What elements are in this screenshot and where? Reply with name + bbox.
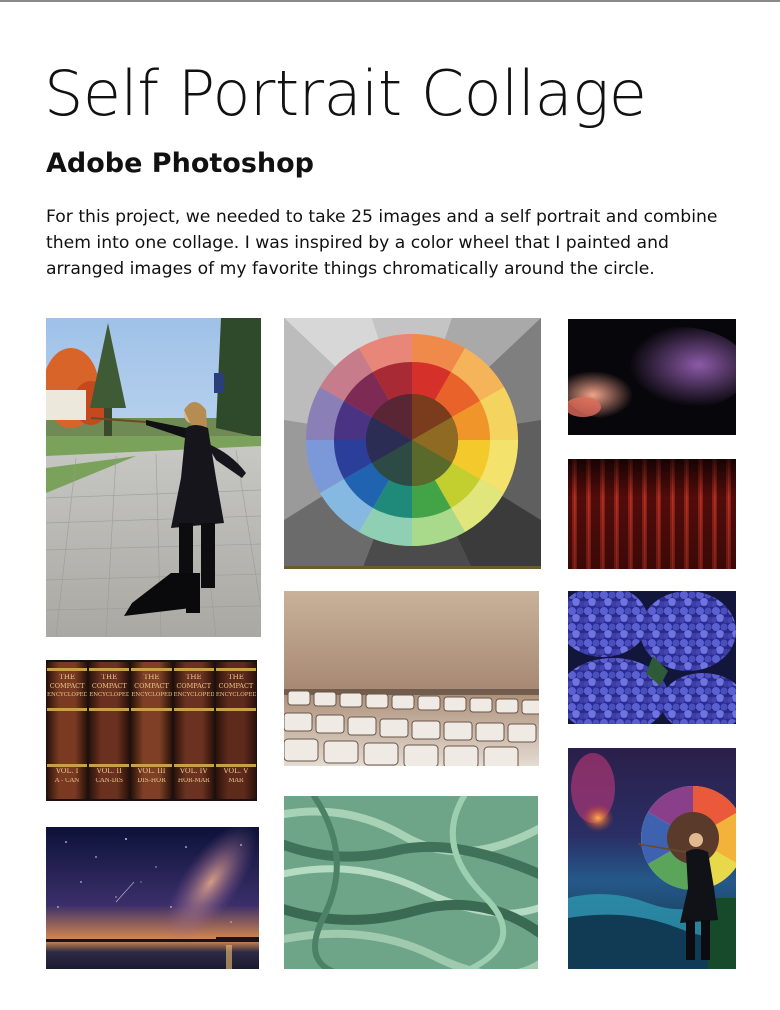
spine-range: MAR bbox=[228, 778, 244, 784]
spine-encyclopedia: ENCYCLOPEDIA bbox=[215, 692, 257, 698]
spine-volume: VOL. V bbox=[223, 768, 249, 775]
photo-encyclopedia-books: THECOMPACTENCYCLOPEDIAVOL. IA - CANTHECO… bbox=[46, 660, 257, 801]
spine-volume: VOL. IV bbox=[179, 768, 208, 775]
photo-colored-smoke bbox=[568, 319, 736, 435]
book-spine: THE COMPACT ENCYCLOPEDIA VOL. II CAN-DIS bbox=[89, 662, 130, 799]
spine-range: A - CAN bbox=[54, 778, 80, 784]
spine-range: HOR-MAR bbox=[177, 778, 210, 784]
spine-bands bbox=[47, 668, 88, 671]
photo-self-portrait-park bbox=[46, 318, 261, 637]
spine-compact: COMPACT bbox=[218, 683, 254, 690]
spine-encyclopedia: ENCYCLOPEDIA bbox=[47, 692, 88, 698]
spine-compact: COMPACT bbox=[134, 683, 169, 690]
spine-bands bbox=[131, 668, 172, 671]
page-title: Self Portrait Collage bbox=[44, 57, 647, 130]
photo-green-silk-fabric bbox=[284, 796, 538, 969]
spine-the: THE bbox=[101, 674, 118, 681]
book-spine: THE COMPACT ENCYCLOPEDIA VOL. V MAR bbox=[215, 662, 257, 799]
photo-theater-seats bbox=[284, 591, 539, 766]
book-spine: THE COMPACT ENCYCLOPEDIA VOL. III DIS-HOR bbox=[131, 662, 172, 799]
spine-compact: COMPACT bbox=[176, 683, 212, 690]
project-description: For this project, we needed to take 25 i… bbox=[46, 207, 718, 279]
photo-milky-way-night-sky bbox=[46, 827, 259, 969]
spine-bands bbox=[173, 668, 214, 671]
spine-range: DIS-HOR bbox=[137, 778, 166, 784]
page-subtitle: Adobe Photoshop bbox=[46, 148, 314, 179]
spine-volume: VOL. III bbox=[137, 768, 166, 775]
spine-volume: VOL. I bbox=[55, 768, 79, 775]
spine-the: THE bbox=[59, 674, 76, 681]
photo-blue-hydrangeas bbox=[568, 591, 736, 724]
spine-encyclopedia: ENCYCLOPEDIA bbox=[131, 692, 172, 698]
photo-red-curtain bbox=[568, 459, 736, 569]
top-divider bbox=[0, 0, 780, 2]
spine-bands bbox=[215, 668, 257, 671]
spine-bands bbox=[89, 668, 130, 671]
photo-painted-color-wheel bbox=[284, 318, 541, 569]
book-spine: THE COMPACT ENCYCLOPEDIA VOL. IV HOR-MAR bbox=[173, 662, 214, 799]
spine-compact: COMPACT bbox=[91, 683, 127, 690]
spine-volume: VOL. II bbox=[96, 768, 122, 775]
spine-encyclopedia: ENCYCLOPEDIA bbox=[89, 692, 130, 698]
photo-final-collage bbox=[568, 748, 736, 969]
spine-compact: COMPACT bbox=[49, 683, 85, 690]
spine-encyclopedia: ENCYCLOPEDIA bbox=[173, 692, 214, 698]
spine-the: THE bbox=[185, 674, 202, 681]
spine-the: THE bbox=[227, 674, 244, 681]
spine-range: CAN-DIS bbox=[95, 778, 124, 784]
book-spine: THE COMPACT ENCYCLOPEDIA VOL. I A - CAN bbox=[47, 662, 88, 799]
spine-the: THE bbox=[143, 674, 160, 681]
